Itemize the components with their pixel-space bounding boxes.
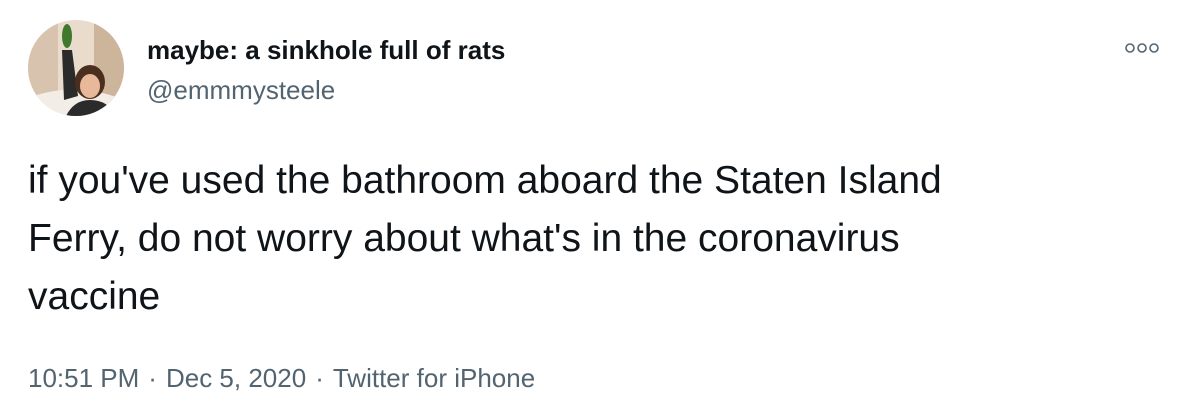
more-dots-icon	[1125, 43, 1159, 53]
tweet-source[interactable]: Twitter for iPhone	[333, 363, 535, 393]
profile-photo-icon	[28, 20, 124, 116]
avatar[interactable]	[28, 20, 124, 116]
author-handle[interactable]: @emmmysteele	[147, 75, 335, 105]
tweet-time[interactable]: 10:51 PM	[28, 363, 139, 393]
meta-separator: ·	[148, 363, 157, 393]
tweet-card: maybe: a sinkhole full of rats @emmmyste…	[0, 0, 1192, 418]
meta-separator: ·	[315, 363, 324, 393]
more-options-button[interactable]	[1120, 36, 1164, 60]
tweet-text: if you've used the bathroom aboard the S…	[28, 159, 942, 318]
author-display-name[interactable]: maybe: a sinkhole full of rats	[147, 35, 505, 65]
tweet-meta: 10:51 PM · Dec 5, 2020 · Twitter for iPhone	[28, 363, 535, 393]
tweet-date[interactable]: Dec 5, 2020	[166, 363, 306, 393]
